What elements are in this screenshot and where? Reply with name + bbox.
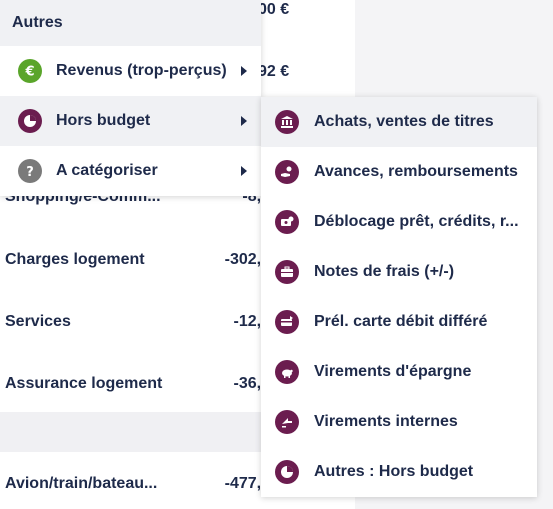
menu-item-hors-budget[interactable]: Hors budget — [0, 96, 261, 146]
loan-icon — [275, 210, 299, 234]
row-label: Avion/train/bateau... — [5, 475, 158, 492]
menu-item-label: Hors budget — [56, 112, 151, 129]
chevron-right-icon — [241, 66, 247, 76]
question-icon: ? — [18, 159, 42, 183]
submenu-item-label: Virements internes — [314, 413, 458, 430]
piggy-bank-icon — [275, 360, 299, 384]
menu-item-label: A catégoriser — [56, 162, 158, 179]
submenu-item-autres-hors-budget[interactable]: Autres : Hors budget — [261, 447, 537, 497]
amount-peek: 92 € — [258, 63, 290, 80]
submenu-item-label: Prél. carte débit différé — [314, 313, 488, 330]
menu-item-label: Revenus (trop-perçus) — [56, 62, 227, 79]
submenu-item-label: Avances, remboursements — [314, 163, 518, 180]
bank-icon — [275, 110, 299, 134]
submenu-item-deblocage-pret[interactable]: Déblocage prêt, crédits, r... — [261, 197, 537, 247]
submenu-item-label: Déblocage prêt, crédits, r... — [314, 213, 519, 230]
hors-budget-submenu: Achats, ventes de titres Avances, rembou… — [261, 97, 537, 497]
menu-header: Autres — [0, 0, 261, 46]
submenu-item-virements-internes[interactable]: Virements internes — [261, 397, 537, 447]
submenu-item-label: Virements d'épargne — [314, 363, 472, 380]
submenu-item-label: Achats, ventes de titres — [314, 113, 494, 130]
euro-icon: € — [18, 59, 42, 83]
hand-money-icon — [275, 160, 299, 184]
submenu-item-label: Notes de frais (+/-) — [314, 263, 455, 280]
chevron-right-icon — [241, 116, 247, 126]
svg-text:€: € — [24, 65, 34, 79]
briefcase-icon — [275, 260, 299, 284]
menu-item-a-categoriser[interactable]: ? A catégoriser — [0, 146, 261, 196]
row-label: Services — [5, 313, 71, 330]
amount-peek: 00 € — [258, 1, 290, 18]
menu-item-revenus[interactable]: € Revenus (trop-perçus) — [0, 46, 261, 96]
pie-chart-icon — [275, 460, 299, 484]
card-icon — [275, 310, 299, 334]
pie-chart-icon — [18, 109, 42, 133]
submenu-item-avances[interactable]: Avances, remboursements — [261, 147, 537, 197]
category-menu: Autres € Revenus (trop-perçus) Hors budg… — [0, 0, 261, 196]
submenu-item-achats-ventes[interactable]: Achats, ventes de titres — [261, 97, 537, 147]
submenu-item-virements-epargne[interactable]: Virements d'épargne — [261, 347, 537, 397]
svg-text:?: ? — [26, 165, 34, 178]
chevron-right-icon — [241, 166, 247, 176]
row-label: Assurance logement — [5, 375, 163, 392]
transfer-icon — [275, 410, 299, 434]
row-label: Charges logement — [5, 251, 145, 268]
submenu-item-prel-carte[interactable]: Prél. carte débit différé — [261, 297, 537, 347]
submenu-item-label: Autres : Hors budget — [314, 463, 474, 480]
submenu-item-notes-de-frais[interactable]: Notes de frais (+/-) — [261, 247, 537, 297]
